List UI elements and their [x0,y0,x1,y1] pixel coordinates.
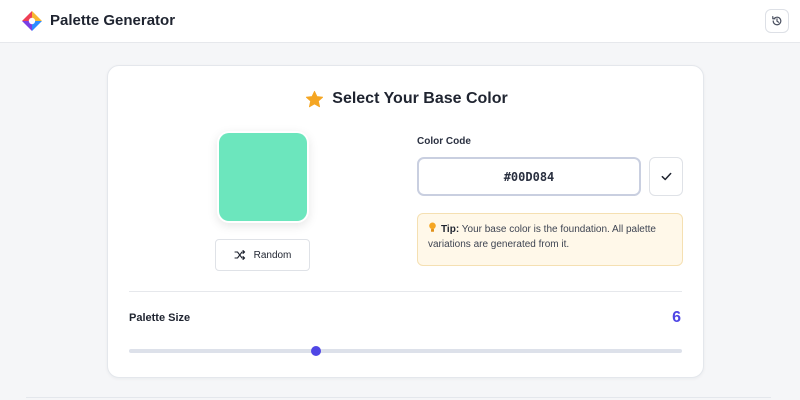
history-button[interactable] [765,9,789,33]
color-code-label: Color Code [417,136,471,147]
color-wheel-logo-icon [22,11,42,31]
slider-thumb[interactable] [311,346,322,356]
tip-text: Your base color is the foundation. All p… [428,224,656,250]
app-header: Palette Generator [0,0,800,43]
shuffle-icon [234,250,245,260]
palette-size-slider[interactable] [129,346,682,356]
random-button[interactable]: Random [215,239,310,271]
lightbulb-icon [429,222,436,232]
base-color-card: Select Your Base Color Random Color Code… [107,65,704,378]
tip-box: Tip: Your base color is the foundation. … [417,213,683,266]
color-code-input[interactable] [417,157,641,196]
app-title: Palette Generator [50,12,176,29]
section-header: Select Your Base Color [108,88,705,110]
section-title: Select Your Base Color [332,90,508,107]
palette-size-value: 6 [672,309,681,326]
slider-track[interactable] [129,349,682,353]
tip-label: Tip: [441,224,460,235]
random-button-label: Random [253,249,292,261]
base-color-swatch[interactable] [217,131,309,223]
star-icon [306,90,324,107]
divider [129,291,682,292]
confirm-color-button[interactable] [649,157,683,196]
check-icon [661,172,671,181]
swatch-fill [219,133,307,221]
history-icon [772,16,782,26]
palette-size-label: Palette Size [129,312,191,324]
